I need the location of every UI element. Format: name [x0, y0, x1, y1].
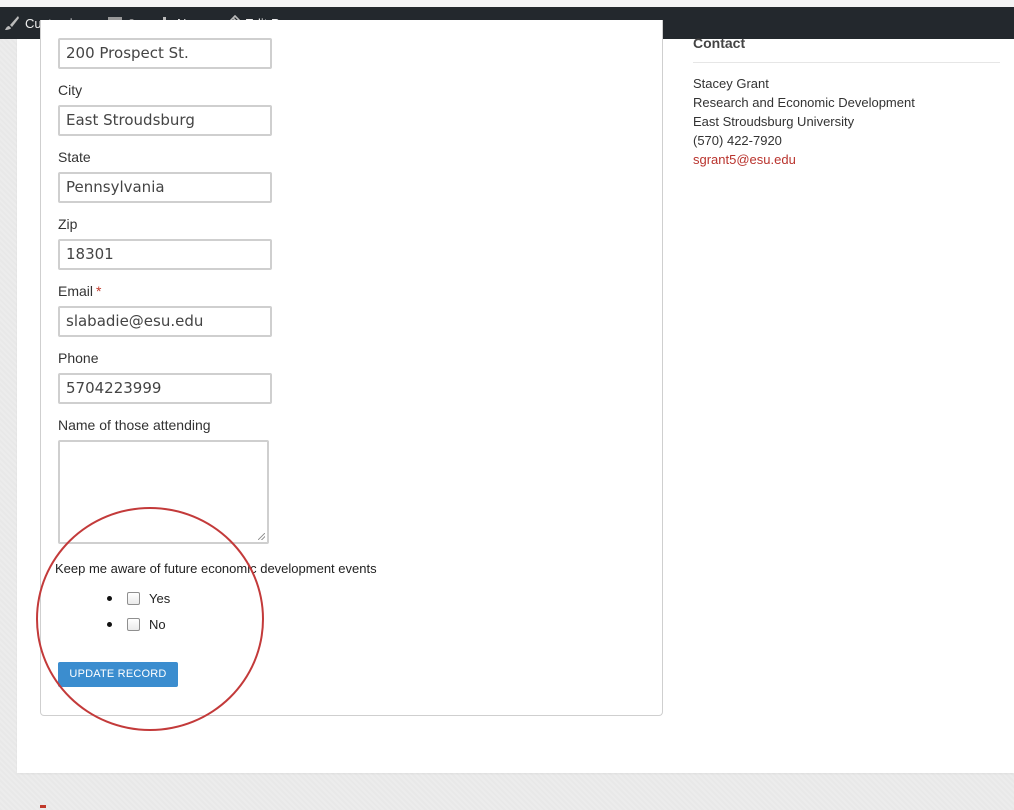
- resize-grip-icon[interactable]: [258, 533, 265, 540]
- email-label-row: Email *: [58, 283, 101, 299]
- browser-top-strip: [0, 0, 1014, 7]
- yes-checkbox[interactable]: [127, 591, 140, 605]
- no-label[interactable]: No: [149, 617, 166, 632]
- attending-label: Name of those attending: [58, 417, 211, 433]
- zip-label: Zip: [58, 216, 78, 232]
- state-input[interactable]: Pennsylvania: [58, 172, 272, 203]
- update-record-button[interactable]: UPDATE RECORD: [58, 662, 178, 687]
- contact-divider: [693, 62, 1000, 63]
- address-input[interactable]: 200 Prospect St.: [58, 38, 272, 69]
- bottom-edge-mark: [40, 805, 46, 808]
- zip-input[interactable]: 18301: [58, 239, 272, 270]
- bullet-icon: [107, 595, 112, 601]
- paintbrush-icon: [4, 15, 20, 31]
- city-input[interactable]: East Stroudsburg: [58, 105, 272, 136]
- email-label: Email: [58, 283, 94, 299]
- contact-name: Stacey Grant: [693, 76, 769, 91]
- bullet-icon: [107, 621, 112, 627]
- no-checkbox[interactable]: [127, 617, 140, 631]
- contact-email-link[interactable]: sgrant5@esu.edu: [693, 152, 796, 167]
- city-label: City: [58, 82, 83, 98]
- contact-institution: East Stroudsburg University: [693, 114, 855, 129]
- keep-aware-label: Keep me aware of future economic develop…: [55, 561, 377, 576]
- phone-input[interactable]: 5704223999: [58, 373, 272, 404]
- option-yes: Yes: [107, 588, 170, 608]
- contact-phone: (570) 422-7920: [693, 133, 782, 148]
- yes-label[interactable]: Yes: [149, 591, 170, 606]
- email-input[interactable]: slabadie@esu.edu: [58, 306, 272, 337]
- state-label: State: [58, 149, 91, 165]
- option-no: No: [107, 614, 166, 634]
- contact-department: Research and Economic Development: [693, 95, 915, 110]
- attending-textarea[interactable]: [58, 440, 269, 544]
- contact-heading: Contact: [693, 35, 746, 51]
- phone-label: Phone: [58, 350, 99, 366]
- required-marker: *: [96, 283, 102, 299]
